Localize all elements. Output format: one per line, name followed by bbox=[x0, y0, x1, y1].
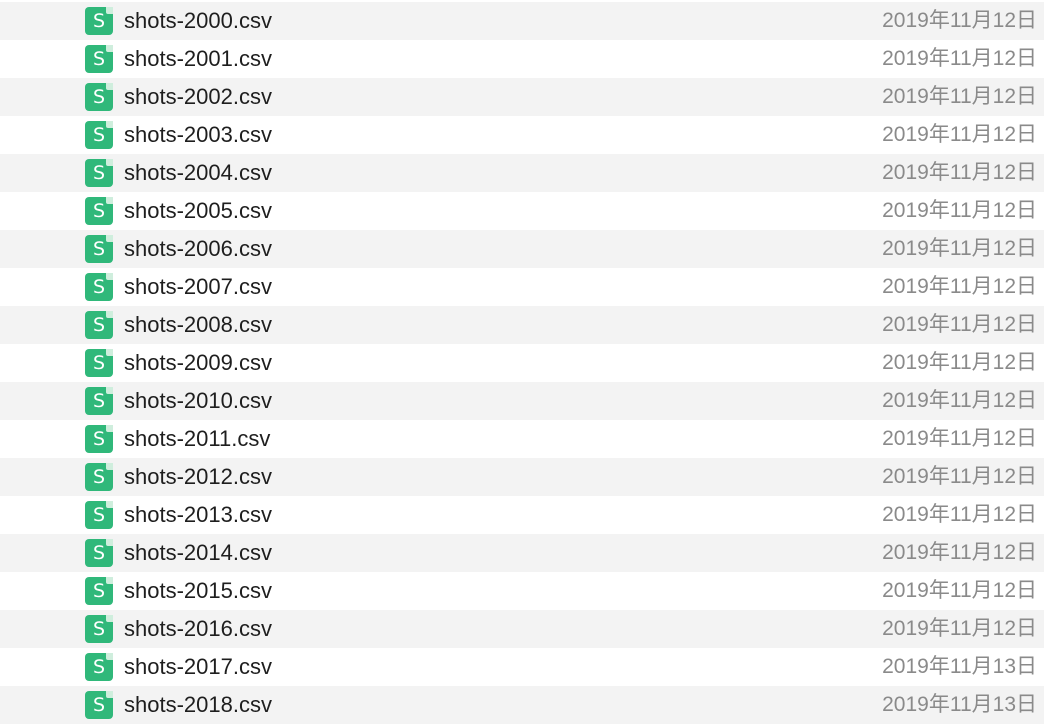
spreadsheet-icon: S bbox=[85, 425, 113, 453]
file-date-modified: 2019年11月12日 bbox=[882, 47, 1037, 70]
spreadsheet-icon: S bbox=[85, 273, 113, 301]
spreadsheet-icon: S bbox=[85, 159, 113, 187]
spreadsheet-icon-glyph: S bbox=[92, 542, 106, 564]
file-name: shots-2001.csv bbox=[124, 46, 272, 71]
spreadsheet-icon-glyph: S bbox=[92, 656, 106, 678]
file-row[interactable]: Sshots-2015.csv 2019年11月12日 bbox=[0, 572, 1044, 610]
spreadsheet-icon: S bbox=[85, 311, 113, 339]
file-date-modified: 2019年11月12日 bbox=[882, 237, 1037, 260]
spreadsheet-icon-glyph: S bbox=[92, 428, 106, 450]
file-date-modified: 2019年11月12日 bbox=[882, 503, 1037, 526]
file-name: shots-2016.csv bbox=[124, 616, 272, 641]
spreadsheet-icon: S bbox=[85, 615, 113, 643]
file-row[interactable]: Sshots-2002.csv 2019年11月12日 bbox=[0, 78, 1044, 116]
file-date-modified: 2019年11月12日 bbox=[882, 161, 1037, 184]
file-date-modified: 2019年11月12日 bbox=[882, 465, 1037, 488]
spreadsheet-icon-glyph: S bbox=[92, 390, 106, 412]
file-date-modified: 2019年11月12日 bbox=[882, 617, 1037, 640]
file-row[interactable]: Sshots-2017.csv 2019年11月13日 bbox=[0, 648, 1044, 686]
spreadsheet-icon-glyph: S bbox=[92, 694, 106, 716]
file-row[interactable]: Sshots-2016.csv 2019年11月12日 bbox=[0, 610, 1044, 648]
file-date-modified: 2019年11月12日 bbox=[882, 85, 1037, 108]
file-row[interactable]: Sshots-2012.csv 2019年11月12日 bbox=[0, 458, 1044, 496]
file-name: shots-2017.csv bbox=[124, 654, 272, 679]
spreadsheet-icon: S bbox=[85, 501, 113, 529]
spreadsheet-icon-glyph: S bbox=[92, 504, 106, 526]
file-date-modified: 2019年11月12日 bbox=[882, 541, 1037, 564]
spreadsheet-icon-glyph: S bbox=[92, 580, 106, 602]
file-row[interactable]: Sshots-2003.csv 2019年11月12日 bbox=[0, 116, 1044, 154]
file-row[interactable]: Sshots-2007.csv 2019年11月12日 bbox=[0, 268, 1044, 306]
spreadsheet-icon-glyph: S bbox=[92, 162, 106, 184]
file-date-modified: 2019年11月12日 bbox=[882, 275, 1037, 298]
file-date-modified: 2019年11月12日 bbox=[882, 351, 1037, 374]
spreadsheet-icon: S bbox=[85, 463, 113, 491]
spreadsheet-icon-glyph: S bbox=[92, 200, 106, 222]
spreadsheet-icon: S bbox=[85, 653, 113, 681]
spreadsheet-icon-glyph: S bbox=[92, 314, 106, 336]
file-row[interactable]: Sshots-2006.csv 2019年11月12日 bbox=[0, 230, 1044, 268]
file-date-modified: 2019年11月12日 bbox=[882, 579, 1037, 602]
file-name: shots-2015.csv bbox=[124, 578, 272, 603]
file-row[interactable]: Sshots-2000.csv 2019年11月12日 bbox=[0, 2, 1044, 40]
spreadsheet-icon: S bbox=[85, 691, 113, 719]
spreadsheet-icon-glyph: S bbox=[92, 124, 106, 146]
file-name: shots-2005.csv bbox=[124, 198, 272, 223]
file-date-modified: 2019年11月12日 bbox=[882, 123, 1037, 146]
spreadsheet-icon-glyph: S bbox=[92, 352, 106, 374]
file-date-modified: 2019年11月12日 bbox=[882, 199, 1037, 222]
file-name: shots-2007.csv bbox=[124, 274, 272, 299]
spreadsheet-icon: S bbox=[85, 349, 113, 377]
file-row[interactable]: Sshots-2001.csv 2019年11月12日 bbox=[0, 40, 1044, 78]
spreadsheet-icon-glyph: S bbox=[92, 10, 106, 32]
file-name: shots-2011.csv bbox=[124, 426, 271, 451]
file-row[interactable]: Sshots-2005.csv 2019年11月12日 bbox=[0, 192, 1044, 230]
file-name: shots-2009.csv bbox=[124, 350, 272, 375]
file-row[interactable]: Sshots-2018.csv 2019年11月13日 bbox=[0, 686, 1044, 724]
spreadsheet-icon-glyph: S bbox=[92, 48, 106, 70]
file-name: shots-2003.csv bbox=[124, 122, 272, 147]
file-date-modified: 2019年11月12日 bbox=[882, 313, 1037, 336]
file-name: shots-2002.csv bbox=[124, 84, 272, 109]
file-name: shots-2018.csv bbox=[124, 692, 272, 717]
spreadsheet-icon-glyph: S bbox=[92, 276, 106, 298]
spreadsheet-icon: S bbox=[85, 121, 113, 149]
spreadsheet-icon: S bbox=[85, 197, 113, 225]
file-date-modified: 2019年11月13日 bbox=[882, 693, 1037, 716]
file-name: shots-2010.csv bbox=[124, 388, 272, 413]
file-row[interactable]: Sshots-2013.csv 2019年11月12日 bbox=[0, 496, 1044, 534]
file-name: shots-2004.csv bbox=[124, 160, 272, 185]
file-date-modified: 2019年11月12日 bbox=[882, 427, 1037, 450]
file-date-modified: 2019年11月13日 bbox=[882, 655, 1037, 678]
file-row[interactable]: Sshots-2014.csv 2019年11月12日 bbox=[0, 534, 1044, 572]
spreadsheet-icon: S bbox=[85, 577, 113, 605]
spreadsheet-icon: S bbox=[85, 7, 113, 35]
spreadsheet-icon: S bbox=[85, 83, 113, 111]
file-name: shots-2014.csv bbox=[124, 540, 272, 565]
spreadsheet-icon-glyph: S bbox=[92, 466, 106, 488]
spreadsheet-icon-glyph: S bbox=[92, 618, 106, 640]
file-row[interactable]: Sshots-2011.csv 2019年11月12日 bbox=[0, 420, 1044, 458]
file-date-modified: 2019年11月12日 bbox=[882, 389, 1037, 412]
file-row[interactable]: Sshots-2010.csv 2019年11月12日 bbox=[0, 382, 1044, 420]
file-name: shots-2008.csv bbox=[124, 312, 272, 337]
file-name: shots-2000.csv bbox=[124, 8, 272, 33]
file-list: Sshots-2000.csv 2019年11月12日 Sshots-2001.cs… bbox=[0, 0, 1044, 726]
file-name: shots-2012.csv bbox=[124, 464, 272, 489]
file-name: shots-2006.csv bbox=[124, 236, 272, 261]
file-row[interactable]: Sshots-2004.csv 2019年11月12日 bbox=[0, 154, 1044, 192]
file-row[interactable]: Sshots-2009.csv 2019年11月12日 bbox=[0, 344, 1044, 382]
spreadsheet-icon: S bbox=[85, 45, 113, 73]
file-name: shots-2013.csv bbox=[124, 502, 272, 527]
spreadsheet-icon: S bbox=[85, 235, 113, 263]
spreadsheet-icon: S bbox=[85, 387, 113, 415]
spreadsheet-icon-glyph: S bbox=[92, 86, 106, 108]
file-date-modified: 2019年11月12日 bbox=[882, 9, 1037, 32]
spreadsheet-icon-glyph: S bbox=[92, 238, 106, 260]
file-row[interactable]: Sshots-2008.csv 2019年11月12日 bbox=[0, 306, 1044, 344]
spreadsheet-icon: S bbox=[85, 539, 113, 567]
